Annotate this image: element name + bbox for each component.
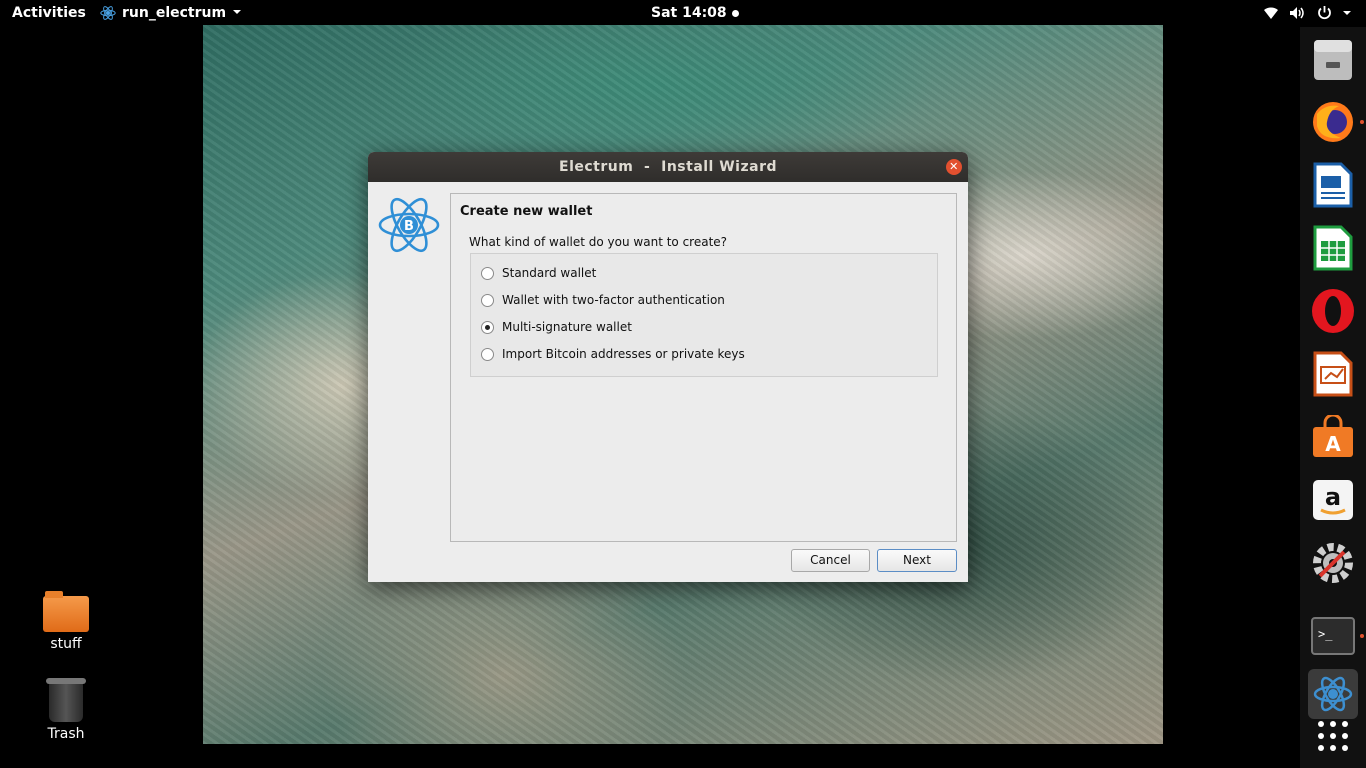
radio-label: Multi-signature wallet <box>502 320 632 334</box>
dock-files[interactable] <box>1308 35 1358 85</box>
dock-impress[interactable] <box>1308 349 1358 399</box>
file-cabinet-icon <box>1314 40 1352 80</box>
trash-icon <box>46 678 86 722</box>
presentation-icon <box>1313 351 1353 397</box>
firefox-icon <box>1313 102 1353 142</box>
terminal-icon: >_ <box>1311 617 1355 655</box>
electrum-icon <box>100 6 116 20</box>
activities-button[interactable]: Activities <box>12 5 86 21</box>
running-indicator <box>1360 120 1364 124</box>
top-bar: Activities run_electrum Sat 14:08 <box>0 0 1366 27</box>
radio-button[interactable] <box>481 347 494 361</box>
wizard-content-panel: Create new wallet What kind of wallet do… <box>450 193 957 542</box>
install-wizard-window: Electrum - Install Wizard ✕ B Create new… <box>368 152 968 582</box>
gear-icon <box>1313 543 1353 583</box>
radio-button[interactable] <box>481 293 494 307</box>
dock-opera[interactable] <box>1308 286 1358 336</box>
running-indicator <box>1360 634 1364 638</box>
window-title: Electrum - Install Wizard <box>559 159 777 175</box>
chevron-down-icon <box>232 5 242 21</box>
svg-text:B: B <box>404 219 414 234</box>
next-button[interactable]: Next <box>877 549 957 572</box>
desktop-icon-label: Trash <box>47 726 85 742</box>
close-icon: ✕ <box>949 160 959 173</box>
spreadsheet-icon <box>1313 225 1353 271</box>
radio-label: Wallet with two-factor authentication <box>502 293 725 307</box>
app-grid-icon <box>1318 721 1348 751</box>
wallet-type-group: Standard wallet Wallet with two-factor a… <box>470 253 938 377</box>
system-tray[interactable] <box>1263 5 1352 20</box>
chevron-down-icon <box>1342 8 1352 18</box>
cancel-button[interactable]: Cancel <box>791 549 870 572</box>
radio-label: Import Bitcoin addresses or private keys <box>502 347 745 361</box>
show-applications-button[interactable] <box>1308 711 1358 761</box>
svg-text:A: A <box>1325 432 1341 456</box>
notification-dot-icon <box>731 9 739 17</box>
close-button[interactable]: ✕ <box>946 159 962 175</box>
page-title: Create new wallet <box>460 204 593 219</box>
desktop-icon-trash[interactable]: Trash <box>26 678 106 742</box>
radio-multisig-wallet[interactable]: Multi-signature wallet <box>481 320 632 334</box>
radio-two-factor-wallet[interactable]: Wallet with two-factor authentication <box>481 293 725 307</box>
svg-text:>_: >_ <box>1318 627 1333 641</box>
desktop-icon-stuff[interactable]: stuff <box>26 591 106 652</box>
radio-import-keys[interactable]: Import Bitcoin addresses or private keys <box>481 347 745 361</box>
dock-terminal[interactable]: >_ <box>1308 611 1364 661</box>
radio-button[interactable] <box>481 320 494 334</box>
window-titlebar[interactable]: Electrum - Install Wizard ✕ <box>368 152 968 182</box>
power-icon <box>1317 5 1332 20</box>
opera-icon <box>1312 289 1354 333</box>
shopping-bag-icon: A <box>1313 415 1353 457</box>
radio-standard-wallet[interactable]: Standard wallet <box>481 266 596 280</box>
dock: A a >_ <box>1300 27 1366 768</box>
electrum-logo-icon: B <box>378 197 440 253</box>
volume-icon <box>1289 6 1307 20</box>
dock-settings[interactable] <box>1308 538 1358 588</box>
radio-button[interactable] <box>481 266 494 280</box>
app-name: run_electrum <box>122 5 227 21</box>
clock-label: Sat 14:08 <box>651 5 727 21</box>
folder-icon <box>43 591 89 632</box>
wallet-type-question: What kind of wallet do you want to creat… <box>469 235 728 249</box>
app-menu[interactable]: run_electrum <box>100 5 242 21</box>
dock-software-center[interactable]: A <box>1308 412 1358 462</box>
amazon-icon: a <box>1313 480 1353 520</box>
document-icon <box>1313 162 1353 208</box>
clock[interactable]: Sat 14:08 <box>651 5 739 21</box>
desktop-icon-label: stuff <box>50 636 82 652</box>
dock-firefox[interactable] <box>1308 97 1364 147</box>
svg-text:a: a <box>1325 483 1341 511</box>
radio-label: Standard wallet <box>502 266 597 280</box>
dock-amazon[interactable]: a <box>1308 475 1358 525</box>
dock-calc[interactable] <box>1308 223 1358 273</box>
wifi-icon <box>1263 6 1279 20</box>
dock-writer[interactable] <box>1308 160 1358 210</box>
electrum-icon <box>1313 676 1353 712</box>
